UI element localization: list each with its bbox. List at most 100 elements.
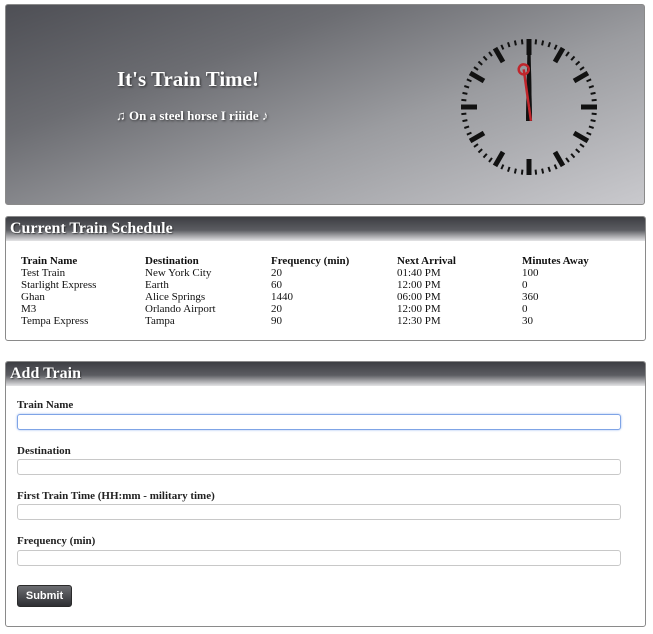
clock-minute-tick <box>591 98 597 102</box>
clock-hour-tick <box>468 130 486 144</box>
frequency-label: Frequency (min) <box>17 535 96 547</box>
clock-minute-tick <box>500 164 505 170</box>
table-cell: 90 <box>271 315 282 327</box>
table-cell: 0 <box>522 303 528 315</box>
schedule-table: Train Name Destination Frequency (min) N… <box>21 255 622 327</box>
add-train-panel: Add Train Train Name Destination First T… <box>5 361 646 627</box>
destination-label: Destination <box>17 445 71 457</box>
clock-minute-tick <box>477 60 483 66</box>
table-row: Test Train New York City 20 01:40 PM 100 <box>21 267 622 279</box>
table-cell: 01:40 PM <box>397 267 441 279</box>
table-cell: 30 <box>522 315 533 327</box>
column-header: Train Name <box>21 255 78 267</box>
clock-minute-tick <box>590 119 596 123</box>
clock-minute-tick <box>520 39 524 45</box>
table-cell: 0 <box>522 279 528 291</box>
add-train-heading: Add Train <box>6 362 645 386</box>
clock-minute-tick <box>547 166 551 172</box>
clock-minute-tick <box>541 40 545 46</box>
table-cell: 06:00 PM <box>397 291 441 303</box>
clock-minute-tick <box>466 131 472 136</box>
clock-minute-tick <box>462 91 468 95</box>
table-cell: Earth <box>145 279 169 291</box>
clock-minute-tick <box>586 78 592 83</box>
clock-minute-tick <box>591 112 597 116</box>
train-name-input[interactable] <box>17 414 621 430</box>
table-row: Tempa Express Tampa 90 12:30 PM 30 <box>21 315 622 327</box>
station-clock <box>461 39 597 175</box>
destination-input[interactable] <box>17 459 621 475</box>
table-row: M3 Orlando Airport 20 12:00 PM 0 <box>21 303 622 315</box>
clock-minute-tick <box>488 157 493 163</box>
clock-minute-tick <box>464 85 470 89</box>
table-row: Starlight Express Earth 60 12:00 PM 0 <box>21 279 622 291</box>
first-train-time-input[interactable] <box>17 504 621 520</box>
clock-minute-tick <box>547 42 551 48</box>
clock-minute-tick <box>482 153 488 159</box>
table-cell: 12:00 PM <box>397 279 441 291</box>
column-header: Frequency (min) <box>271 255 350 267</box>
table-cell: Tampa <box>145 315 175 327</box>
table-cell: 20 <box>271 267 282 279</box>
table-cell: 60 <box>271 279 282 291</box>
clock-minute-tick <box>575 148 581 154</box>
clock-minute-tick <box>541 168 545 174</box>
clock-minute-tick <box>579 143 585 148</box>
clock-minute-tick <box>461 98 467 102</box>
clock-minute-tick <box>586 131 592 136</box>
frequency-input[interactable] <box>17 550 621 566</box>
column-header: Destination <box>145 255 199 267</box>
clock-minute-tick <box>477 148 483 154</box>
clock-minute-tick <box>579 66 585 71</box>
clock-minute-tick <box>553 44 558 50</box>
clock-hour-tick <box>492 46 506 64</box>
clock-minute-tick <box>466 78 472 83</box>
train-name-label: Train Name <box>17 399 74 411</box>
page-subtitle: ♫ On a steel horse I riiide ♪ <box>116 108 269 123</box>
clock-minute-tick <box>513 40 517 46</box>
clock-minute-tick <box>570 153 576 159</box>
clock-minute-tick <box>520 169 524 175</box>
clock-minute-tick <box>473 143 479 148</box>
clock-minute-tick <box>473 66 479 71</box>
table-cell: 20 <box>271 303 282 315</box>
clock-minute-tick <box>488 51 493 57</box>
table-cell: M3 <box>21 303 37 315</box>
first-train-time-label: First Train Time (HH:mm - military time) <box>17 490 215 502</box>
table-header-row: Train Name Destination Frequency (min) N… <box>21 255 622 267</box>
clock-minute-tick <box>565 157 570 163</box>
clock-hour-tick <box>552 150 566 168</box>
page-title: It's Train Time! <box>117 67 259 91</box>
clock-hour-tick <box>492 150 506 168</box>
clock-hour-tick <box>572 130 590 144</box>
table-cell: 1440 <box>271 291 293 303</box>
table-cell: New York City <box>145 267 212 279</box>
table-cell: 100 <box>522 267 539 279</box>
schedule-heading: Current Train Schedule <box>6 217 645 241</box>
table-cell: 360 <box>522 291 539 303</box>
clock-minute-tick <box>462 119 468 123</box>
clock-hour-tick <box>572 70 590 84</box>
submit-button[interactable]: Submit <box>17 585 72 607</box>
table-cell: 12:00 PM <box>397 303 441 315</box>
table-cell: Test Train <box>21 267 66 279</box>
schedule-panel: Current Train Schedule Train Name Destin… <box>5 216 646 341</box>
table-cell: Orlando Airport <box>145 303 216 315</box>
clock-minute-tick <box>570 55 576 61</box>
table-cell: Starlight Express <box>21 279 97 291</box>
column-header: Minutes Away <box>522 255 589 267</box>
clock-minute-tick <box>553 164 558 170</box>
table-row: Ghan Alice Springs 1440 06:00 PM 360 <box>21 291 622 303</box>
clock-minute-tick <box>513 168 517 174</box>
clock-minute-tick <box>588 125 594 129</box>
clock-minute-tick <box>534 169 538 175</box>
clock-hour-tick <box>468 70 486 84</box>
clock-minute-tick <box>534 39 538 45</box>
clock-minute-tick <box>588 85 594 89</box>
header-banner: It's Train Time! ♫ On a steel horse I ri… <box>5 4 645 205</box>
clock-minute-tick <box>565 51 570 57</box>
table-cell: Alice Springs <box>145 291 206 303</box>
clock-minute-tick <box>464 125 470 129</box>
clock-minute-tick <box>500 44 505 50</box>
clock-minute-tick <box>590 91 596 95</box>
